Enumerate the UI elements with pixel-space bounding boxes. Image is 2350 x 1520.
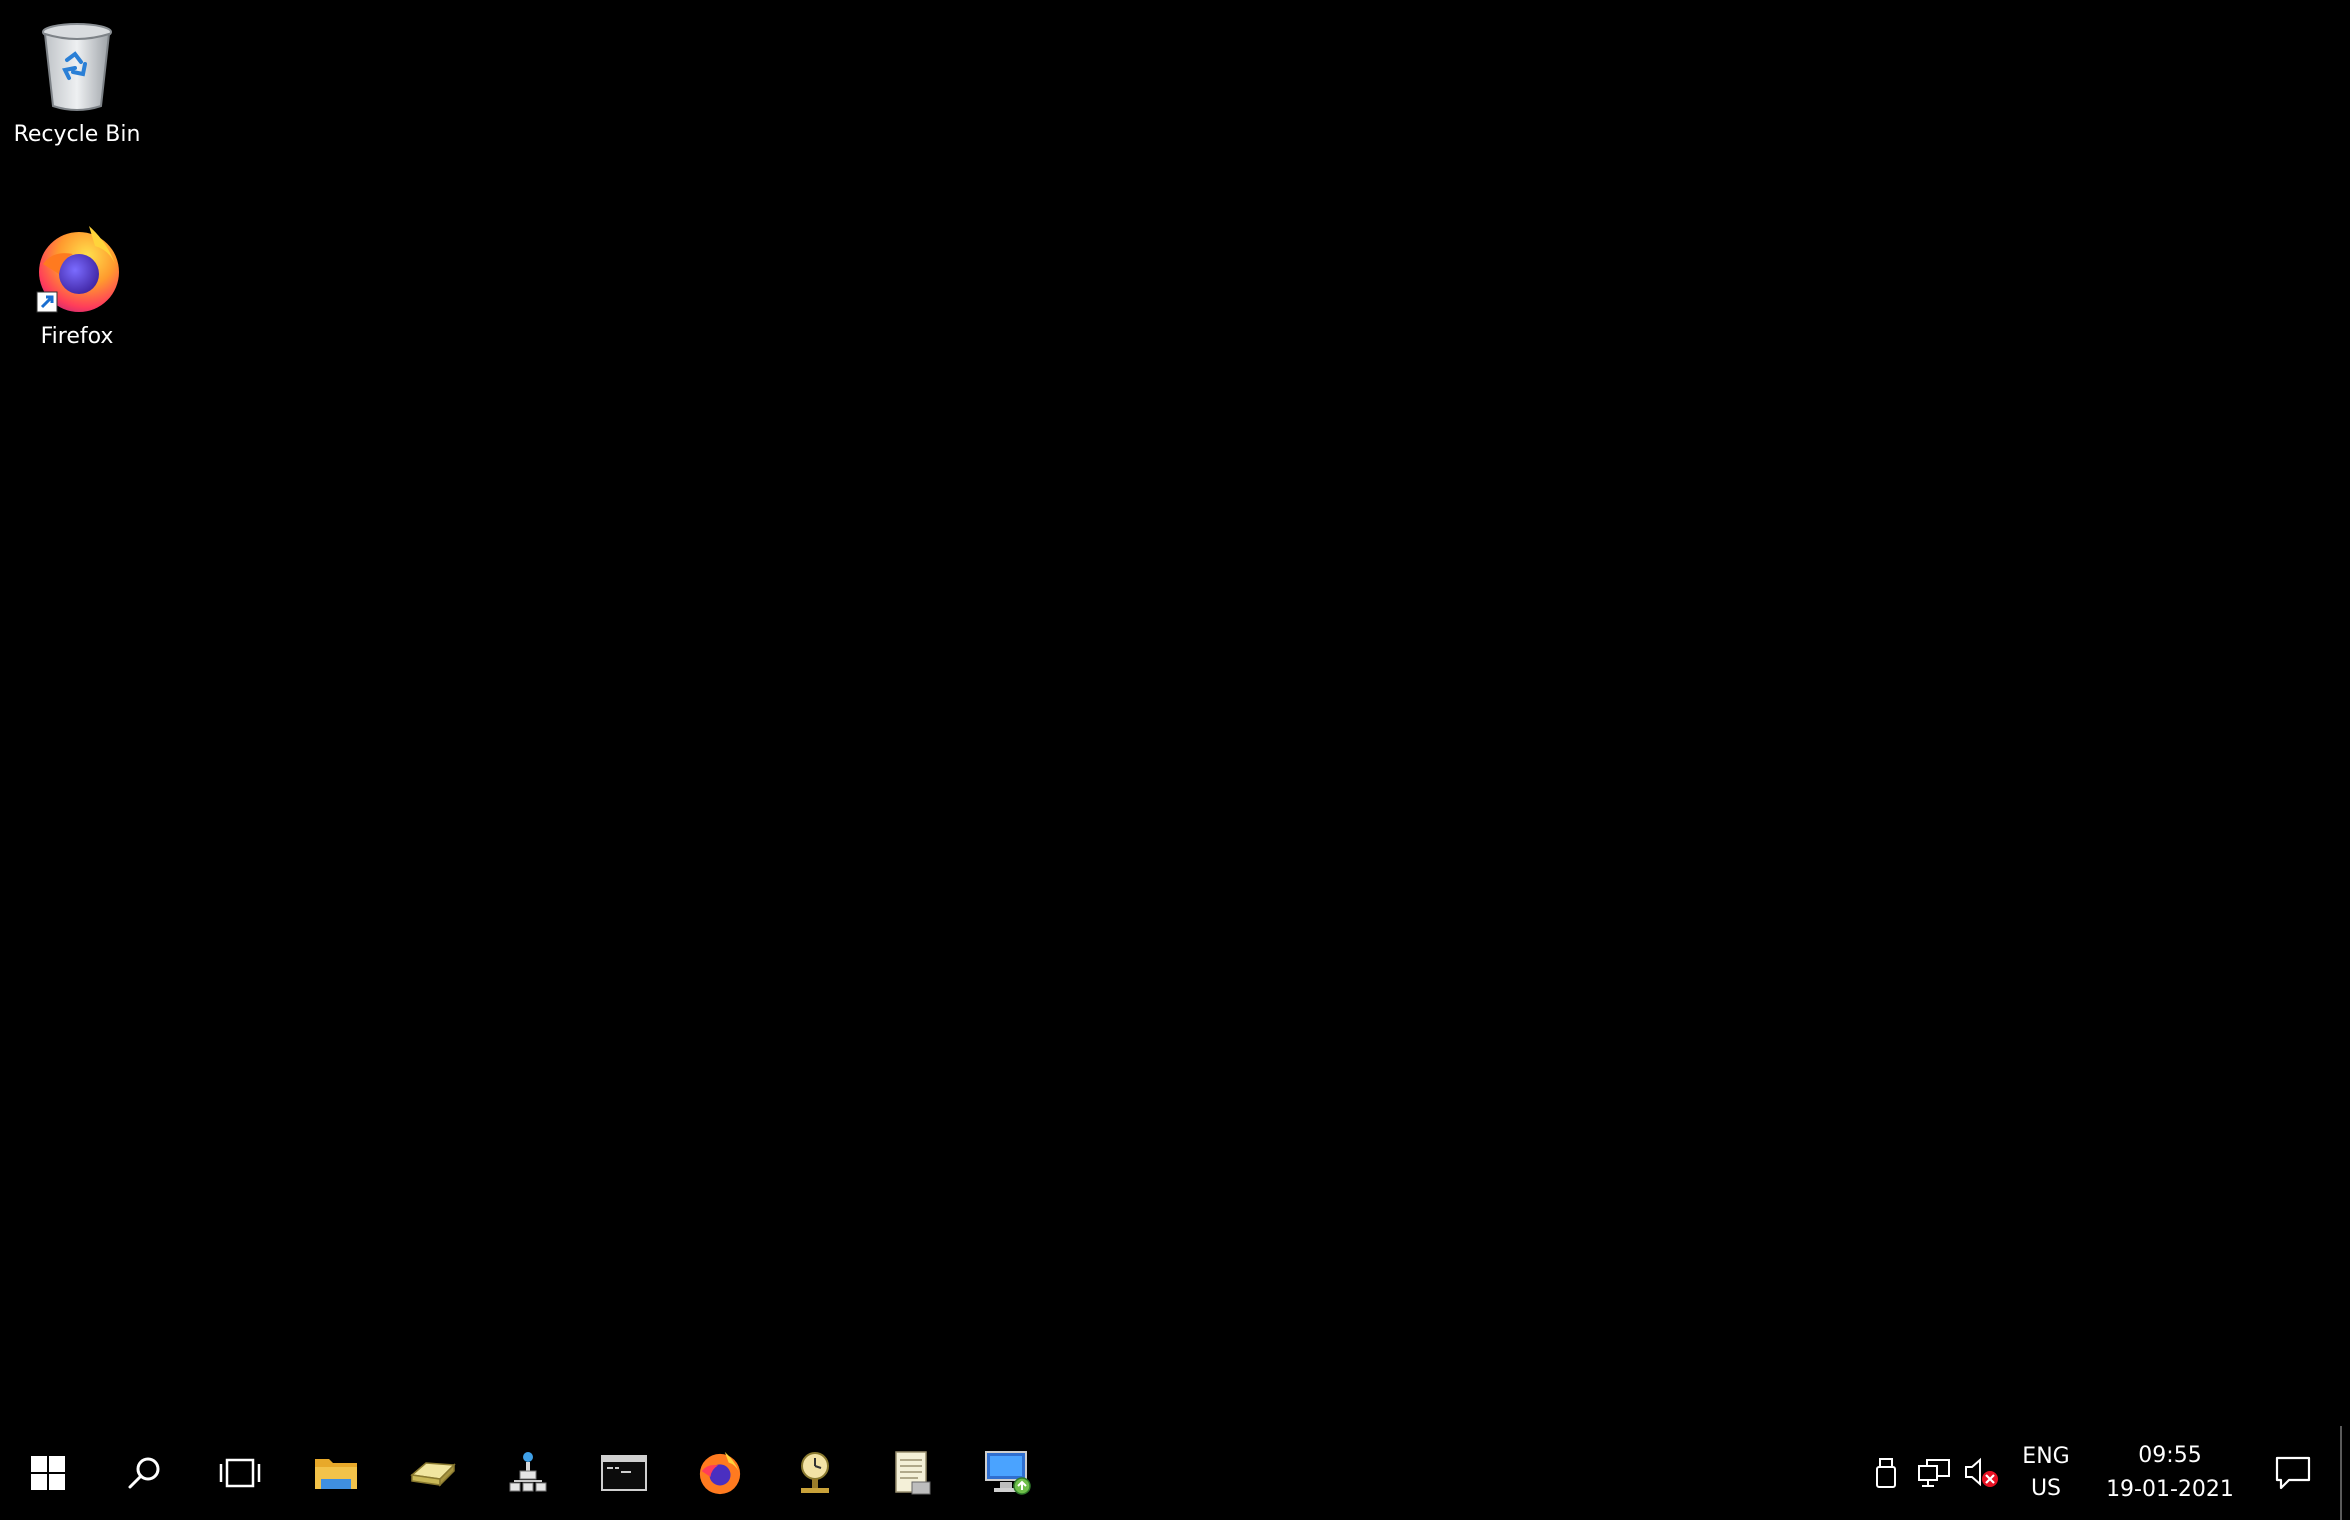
desktop[interactable]: Recycle Bin Firefox xyxy=(0,0,2350,1426)
command-prompt-icon xyxy=(601,1455,647,1491)
taskbar-command-prompt[interactable] xyxy=(576,1426,672,1520)
usb-icon xyxy=(1876,1458,1896,1488)
taskbar-firefox[interactable] xyxy=(672,1426,768,1520)
clock[interactable]: 09:55 19-01-2021 xyxy=(2100,1439,2240,1507)
firefox-icon xyxy=(29,220,125,316)
notepad-icon xyxy=(895,1451,931,1495)
system-tray: ENG US 09:55 19-01-2021 xyxy=(1862,1426,2350,1520)
taskbar-network-tool[interactable] xyxy=(480,1426,576,1520)
language-code: ENG xyxy=(2022,1444,2070,1469)
volume-muted-icon xyxy=(1965,1457,1998,1487)
network-icon xyxy=(1918,1459,1950,1487)
network-tool-icon xyxy=(509,1452,547,1492)
language-region: US xyxy=(2030,1476,2062,1501)
tray-network[interactable] xyxy=(1910,1426,1958,1520)
language-indicator[interactable]: ENG US xyxy=(2006,1441,2086,1505)
task-view-icon xyxy=(219,1458,261,1488)
desktop-icon-label: Firefox xyxy=(40,324,114,349)
taskbar-remote-desktop[interactable] xyxy=(960,1426,1056,1520)
remote-desktop-icon xyxy=(985,1451,1031,1495)
recycle-bin-icon xyxy=(29,18,125,114)
start-button[interactable] xyxy=(0,1426,96,1520)
task-view-button[interactable] xyxy=(192,1426,288,1520)
desktop-icon-label: Recycle Bin xyxy=(13,122,141,147)
taskbar-notepad[interactable] xyxy=(864,1426,960,1520)
taskbar-scheduler[interactable] xyxy=(768,1426,864,1520)
desktop-icon-firefox[interactable]: Firefox xyxy=(2,220,152,349)
clock-time: 09:55 xyxy=(2138,1443,2202,1468)
clock-date: 19-01-2021 xyxy=(2106,1477,2234,1502)
search-icon xyxy=(128,1457,160,1489)
show-desktop-button[interactable] xyxy=(2340,1426,2350,1520)
file-explorer-icon xyxy=(315,1459,357,1489)
drive-tool-icon xyxy=(410,1462,456,1487)
taskbar-drive-tool[interactable] xyxy=(384,1426,480,1520)
notifications-icon xyxy=(2275,1456,2311,1490)
scheduler-icon xyxy=(801,1452,829,1493)
taskbar-file-explorer[interactable] xyxy=(288,1426,384,1520)
notifications-button[interactable] xyxy=(2250,1426,2336,1520)
search-button[interactable] xyxy=(96,1426,192,1520)
desktop-icon-recycle-bin[interactable]: Recycle Bin xyxy=(2,18,152,147)
tray-volume[interactable] xyxy=(1958,1426,2006,1520)
tray-usb[interactable] xyxy=(1862,1426,1910,1520)
windows-start-icon xyxy=(31,1456,65,1490)
firefox-icon xyxy=(699,1451,741,1495)
taskbar: ENG US 09:55 19-01-2021 xyxy=(0,1426,2350,1520)
